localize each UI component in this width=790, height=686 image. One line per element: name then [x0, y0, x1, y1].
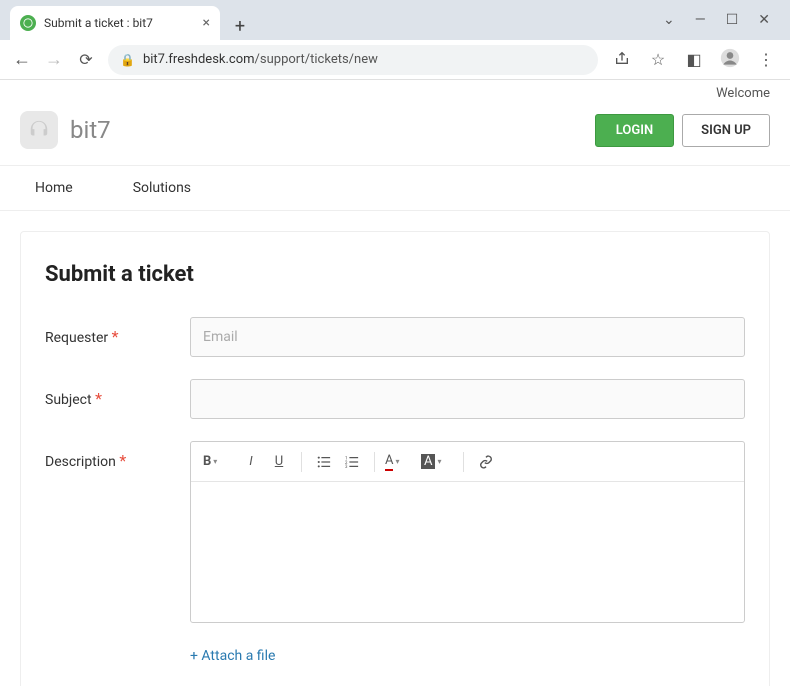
nav-solutions[interactable]: Solutions	[133, 180, 191, 196]
link-button[interactable]	[474, 450, 498, 474]
lock-icon: 🔒	[120, 53, 135, 67]
description-label: Description *	[45, 441, 190, 470]
requester-input[interactable]	[190, 317, 745, 357]
ticket-form-card: Submit a ticket Requester * Subject *	[20, 231, 770, 686]
main-nav: Home Solutions	[0, 165, 790, 211]
nav-home[interactable]: Home	[35, 180, 73, 196]
italic-button[interactable]: I	[239, 450, 263, 474]
page-title: Submit a ticket	[45, 262, 745, 287]
dropdown-icon[interactable]: ⌄	[663, 12, 675, 28]
favicon-icon	[20, 15, 36, 31]
welcome-text: Welcome	[0, 80, 790, 101]
close-window-icon[interactable]: ✕	[758, 12, 770, 28]
bold-button[interactable]: B▾	[203, 450, 235, 474]
browser-tab[interactable]: Submit a ticket : bit7 ×	[10, 6, 220, 40]
ordered-list-button[interactable]: 123	[340, 450, 364, 474]
share-icon[interactable]	[610, 50, 634, 70]
editor-toolbar: B▾ I U 123 A▾	[191, 442, 744, 482]
minimize-icon[interactable]: —	[695, 12, 706, 28]
page-header: bit7 LOGIN SIGN UP	[0, 101, 790, 165]
description-input[interactable]	[191, 482, 744, 622]
login-button[interactable]: LOGIN	[595, 114, 674, 147]
tab-close-icon[interactable]: ×	[203, 15, 210, 31]
url-text: bit7.freshdesk.com/support/tickets/new	[143, 52, 586, 67]
menu-icon[interactable]: ⋮	[754, 50, 778, 69]
profile-icon[interactable]	[718, 48, 742, 72]
logo-icon	[20, 111, 58, 149]
text-color-button[interactable]: A▾	[385, 450, 417, 474]
description-editor: B▾ I U 123 A▾	[190, 441, 745, 623]
brand-name: bit7	[70, 116, 111, 144]
signup-button[interactable]: SIGN UP	[682, 114, 770, 147]
subject-input[interactable]	[190, 379, 745, 419]
subject-label: Subject *	[45, 379, 190, 408]
brand: bit7	[20, 111, 111, 149]
svg-text:3: 3	[345, 465, 348, 469]
browser-toolbar: ← → ⟳ 🔒 bit7.freshdesk.com/support/ticke…	[0, 40, 790, 80]
underline-button[interactable]: U	[267, 450, 291, 474]
attach-file-link[interactable]: + Attach a file	[190, 648, 275, 664]
maximize-icon[interactable]: ☐	[726, 12, 739, 28]
browser-titlebar: Submit a ticket : bit7 × + ⌄ — ☐ ✕	[0, 0, 790, 40]
url-bar[interactable]: 🔒 bit7.freshdesk.com/support/tickets/new	[108, 45, 598, 75]
forward-button[interactable]: →	[44, 49, 64, 70]
back-button[interactable]: ←	[12, 49, 32, 70]
tab-title: Submit a ticket : bit7	[44, 16, 195, 30]
bg-color-button[interactable]: A▾	[421, 450, 453, 474]
page-viewport[interactable]: Welcome bit7 LOGIN SIGN UP Home Solution…	[0, 80, 790, 686]
extension-icon[interactable]: ◧	[682, 50, 706, 69]
new-tab-button[interactable]: +	[226, 12, 254, 40]
requester-label: Requester *	[45, 317, 190, 346]
unordered-list-button[interactable]	[312, 450, 336, 474]
reload-button[interactable]: ⟳	[76, 50, 96, 69]
bookmark-icon[interactable]: ☆	[646, 50, 670, 69]
